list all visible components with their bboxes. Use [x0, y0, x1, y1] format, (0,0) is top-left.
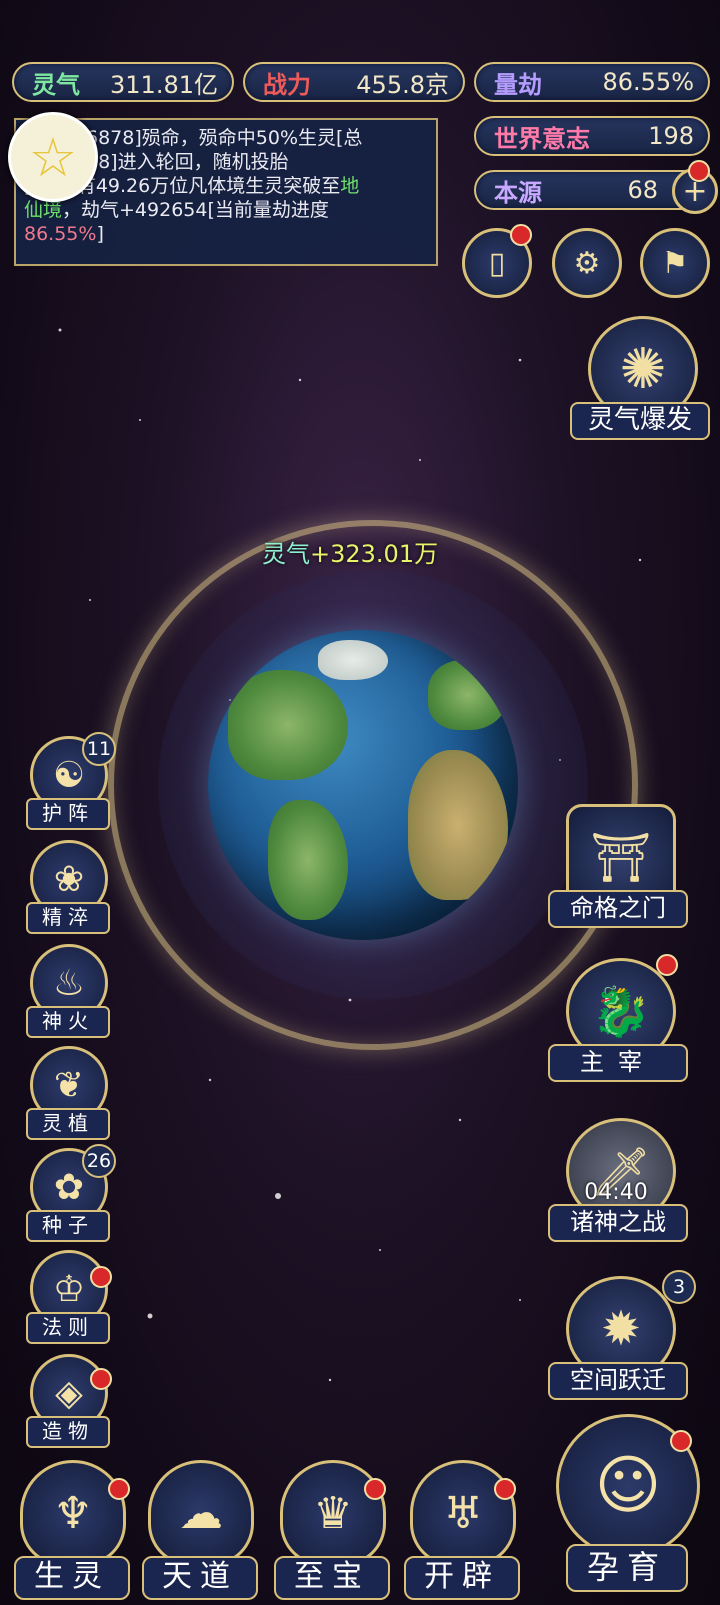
- huzhen-label: 护阵: [26, 798, 110, 830]
- log-realm-2: 仙境: [24, 199, 63, 221]
- left-button-shenhuo[interactable]: ♨ 神火: [26, 944, 110, 1038]
- zhibao-alert-dot: [364, 1478, 386, 1500]
- zhuzai-label: 主宰: [548, 1044, 688, 1082]
- shijie-value: 198: [648, 122, 694, 150]
- lingqi-gain-popup: 灵气+323.01万: [262, 534, 438, 569]
- liangjie-stat: 量劫 86.55%: [474, 62, 710, 102]
- kongjian-badge: 3: [662, 1270, 696, 1304]
- shijie-stat: 世界意志 198: [474, 116, 710, 156]
- player-avatar[interactable]: ☆: [8, 112, 98, 202]
- zaowu-alert-dot: [90, 1368, 112, 1390]
- earth-globe: [208, 630, 518, 940]
- gain-key: 灵气: [262, 540, 310, 568]
- benyuan-value: 68: [627, 176, 658, 204]
- log-line-2: 38]进入轮回，随机投胎: [86, 151, 289, 173]
- benyuan-label: 本源: [494, 178, 542, 207]
- left-button-lingzhi[interactable]: ❦ 灵植: [26, 1046, 110, 1140]
- jingcui-label: 精淬: [26, 902, 110, 934]
- flame-axe-icon: ♅: [410, 1460, 516, 1566]
- tiandao-label: 天道: [142, 1556, 258, 1600]
- liangjie-label: 量劫: [494, 70, 542, 99]
- kongjian-label: 空间跃迁: [548, 1362, 688, 1400]
- shijie-label: 世界意志: [494, 124, 590, 153]
- log-line-5: ]: [96, 223, 104, 245]
- gear-button[interactable]: ⚙: [552, 228, 622, 298]
- log-realm-1: 地: [340, 175, 360, 197]
- lingqi-burst-button[interactable]: ✺ 灵气爆发: [570, 316, 710, 440]
- mingge-label: 命格之门: [548, 890, 688, 928]
- zhushen-timer: 04:40: [584, 1180, 648, 1205]
- zhuzai-alert-dot: [656, 954, 678, 976]
- log-progress: 86.55%: [24, 223, 97, 245]
- cloud-swirl-icon: ☁: [148, 1460, 254, 1566]
- zaowu-label: 造物: [26, 1416, 110, 1448]
- left-button-faze[interactable]: ♔ 法则: [26, 1250, 110, 1344]
- faze-label: 法则: [26, 1312, 110, 1344]
- shengling-label: 生灵: [14, 1556, 130, 1600]
- card-alert-dot: [510, 224, 532, 246]
- zhongzi-label: 种子: [26, 1210, 110, 1242]
- log-line-4: ，劫气+492654[当前量劫进度: [62, 199, 329, 221]
- right-button-mingge[interactable]: ⛩ 命格之门: [548, 804, 688, 928]
- lingqi-stat: 灵气 311.81亿: [12, 62, 234, 102]
- gain-value: +323.01万: [310, 540, 439, 568]
- zhanli-stat: 战力 455.8京: [243, 62, 465, 102]
- right-button-zhushen[interactable]: 🗡 04:40 诸神之战: [548, 1118, 688, 1242]
- left-button-jingcui[interactable]: ❀ 精淬: [26, 840, 110, 934]
- zhongzi-badge: 26: [82, 1144, 116, 1178]
- lingzhi-label: 灵植: [26, 1108, 110, 1140]
- yunyu-label: 孕育: [566, 1544, 688, 1592]
- zhibao-label: 至宝: [274, 1556, 390, 1600]
- shenhuo-label: 神火: [26, 1006, 110, 1038]
- zhanli-label: 战力: [263, 70, 311, 99]
- zhushen-label: 诸神之战: [548, 1204, 688, 1242]
- gear-icon: ⚙: [573, 245, 601, 281]
- treasure-icon: ♛: [280, 1460, 386, 1566]
- shengling-alert-dot: [108, 1478, 130, 1500]
- lingqi-value: 311.81亿: [110, 70, 218, 99]
- bottom-button-tiandao[interactable]: ☁ 天道: [138, 1460, 258, 1602]
- pentagram-icon: ☆: [28, 125, 78, 189]
- kaipi-alert-dot: [494, 1478, 516, 1500]
- zhanli-value: 455.8京: [356, 70, 449, 99]
- lingqi-label: 灵气: [32, 70, 80, 99]
- right-button-zhuzai[interactable]: 🐉 主宰: [548, 958, 688, 1082]
- liangjie-value: 86.55%: [602, 68, 694, 96]
- flag-icon: ⚑: [661, 245, 689, 281]
- flag-button[interactable]: ⚑: [640, 228, 710, 298]
- phoenix-icon: ♆: [20, 1460, 126, 1566]
- burst-label: 灵气爆发: [570, 402, 710, 440]
- benyuan-alert-dot: [688, 160, 710, 182]
- yunyu-alert-dot: [670, 1430, 692, 1452]
- faze-alert-dot: [90, 1266, 112, 1288]
- kaipi-label: 开辟: [404, 1556, 520, 1600]
- log-line-1: 6878]殒命，殒命中50%生灵[总: [86, 127, 363, 149]
- card-icon: ▯: [488, 245, 506, 281]
- huzhen-badge: 11: [82, 732, 116, 766]
